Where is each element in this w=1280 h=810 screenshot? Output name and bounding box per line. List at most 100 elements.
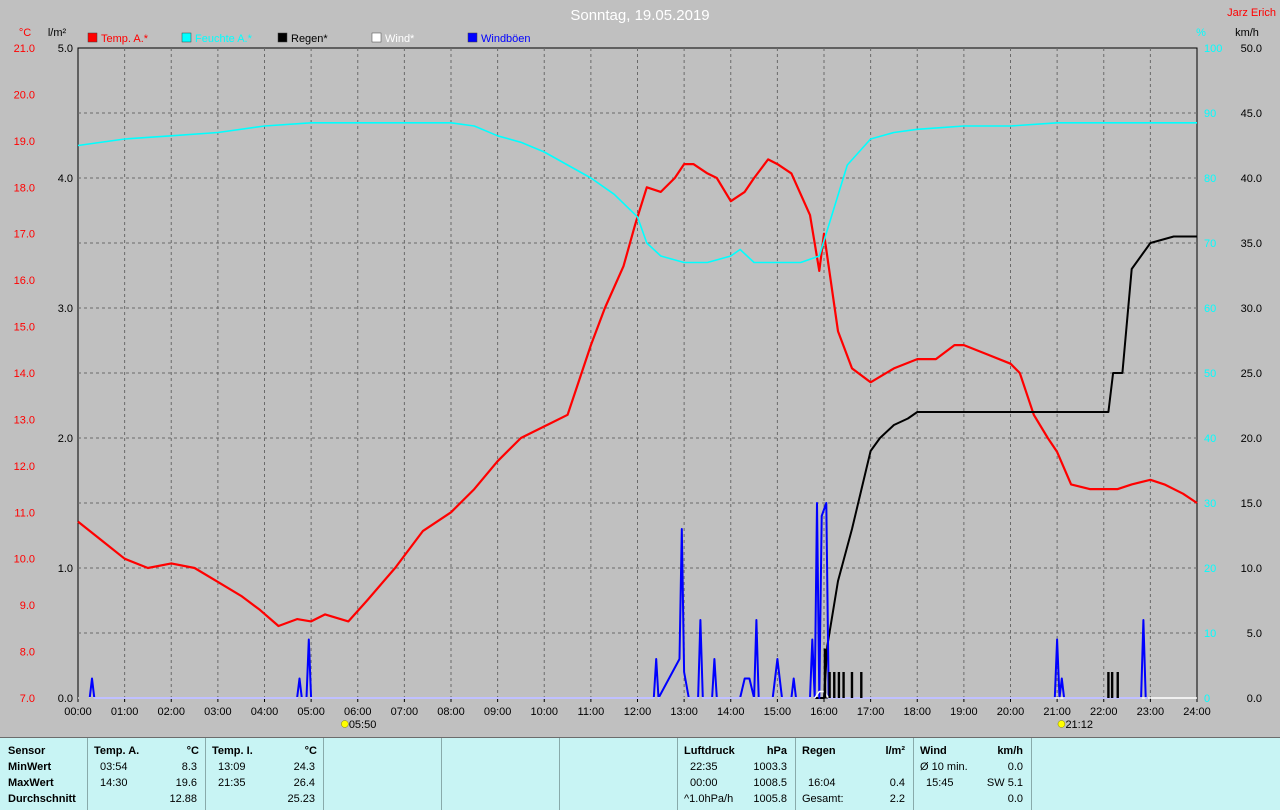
x-tick-label: 12:00 — [624, 706, 652, 718]
wind-tick-label: 25.0 — [1241, 368, 1262, 380]
empty-column-3 — [560, 738, 678, 810]
wind-unit: km/h — [997, 745, 1023, 757]
luftdruck-max-time: 00:00 — [690, 777, 718, 789]
wind-avg-value: 0.0 — [1007, 761, 1023, 773]
wind-tick-label: 30.0 — [1241, 303, 1262, 315]
sunrise-time-label: 05:50 — [349, 719, 377, 731]
wind-max-time: 15:45 — [926, 777, 954, 789]
luftdruck-min-value: 1003.3 — [753, 761, 787, 773]
sensor-column: Sensor MinWert MaxWert Durchschnitt — [0, 738, 88, 810]
legend-swatch — [277, 32, 288, 43]
chart-credit: Jarz Erich — [1227, 7, 1276, 19]
temp-i-unit: °C — [304, 745, 317, 757]
temp-a-unit: °C — [186, 745, 199, 757]
rain-bar — [833, 672, 836, 698]
wind-tick-label: 50.0 — [1241, 43, 1262, 55]
rain-bar — [842, 672, 845, 698]
rain-bar — [1110, 672, 1114, 698]
wind-avg-label: Ø 10 min. — [920, 761, 968, 773]
x-tick-label: 21:00 — [1043, 706, 1071, 718]
legend-label: Wind* — [385, 33, 415, 45]
humidity-tick-label: 60 — [1204, 303, 1216, 315]
x-tick-label: 22:00 — [1090, 706, 1118, 718]
luftdruck-column: Luftdruck hPa 22:35 1003.3 00:00 1008.5 … — [678, 738, 796, 810]
wind-tick-label: 10.0 — [1241, 563, 1262, 575]
rain-bar — [823, 648, 827, 698]
wind-tick-label: 5.0 — [1247, 628, 1262, 640]
wind-tick-label: 45.0 — [1241, 108, 1262, 120]
rain-bar — [828, 672, 831, 698]
temp-tick-label: 17.0 — [14, 229, 35, 241]
temp-tick-label: 14.0 — [14, 368, 35, 380]
humidity-tick-label: 20 — [1204, 563, 1216, 575]
regen-total-value: 2.2 — [889, 793, 905, 805]
temp-tick-label: 8.0 — [20, 647, 35, 659]
rain-bar — [850, 672, 854, 698]
x-tick-label: 16:00 — [810, 706, 838, 718]
weather-chart: Sonntag, 19.05.2019 Jarz Erich °C l/m²% km/h… — [14, 7, 1276, 731]
temp-a-min-time: 03:54 — [100, 761, 128, 773]
temp-tick-label: 20.0 — [14, 89, 35, 101]
humidity-tick-label: 30 — [1204, 498, 1216, 510]
temp-a-min-value: 8.3 — [181, 761, 197, 773]
temp-i-column: Temp. I. °C 13:09 24.3 21:35 26.4 25.23 — [206, 738, 324, 810]
legend-swatch — [181, 32, 192, 43]
rain-tick-label: 3.0 — [58, 303, 73, 315]
x-tick-label: 06:00 — [344, 706, 372, 718]
luftdruck-trend-label: ^1.0hPa/h — [684, 793, 734, 805]
temp-tick-label: 15.0 — [14, 322, 35, 334]
x-tick-label: 01:00 — [111, 706, 139, 718]
humidity-tick-label: 90 — [1204, 108, 1216, 120]
x-tick-label: 03:00 — [204, 706, 232, 718]
x-tick-label: 17:00 — [857, 706, 885, 718]
temp-a-average: 12.88 — [169, 793, 197, 805]
rain-axis-unit: l/m² — [48, 27, 67, 39]
humidity-axis-unit: % — [1196, 27, 1206, 39]
x-tick-label: 20:00 — [997, 706, 1025, 718]
chart-title: Sonntag, 19.05.2019 — [570, 7, 709, 24]
rain-bar — [1116, 672, 1119, 698]
x-tick-label: 04:00 — [251, 706, 279, 718]
wind-tick-label: 0.0 — [1247, 693, 1262, 705]
rain-tick-label: 1.0 — [58, 563, 73, 575]
humidity-tick-label: 0 — [1204, 693, 1210, 705]
legend-label: Regen* — [291, 33, 328, 45]
temp-i-max-time: 21:35 — [218, 777, 246, 789]
regen-total-label: Gesamt: — [802, 793, 844, 805]
empty-column-2 — [442, 738, 560, 810]
x-tick-label: 19:00 — [950, 706, 978, 718]
x-tick-label: 15:00 — [764, 706, 792, 718]
x-tick-label: 09:00 — [484, 706, 512, 718]
sunset-time-label: 21:12 — [1065, 719, 1093, 731]
x-tick-label: 23:00 — [1137, 706, 1165, 718]
legend-label: Feuchte A.* — [195, 33, 253, 45]
humidity-tick-label: 10 — [1204, 628, 1216, 640]
temp-tick-label: 7.0 — [20, 693, 35, 705]
temp-tick-label: 9.0 — [20, 600, 35, 612]
humidity-tick-label: 40 — [1204, 433, 1216, 445]
temp-tick-label: 10.0 — [14, 554, 35, 566]
temp-axis-unit: °C — [19, 27, 31, 39]
wind-tick-label: 20.0 — [1241, 433, 1262, 445]
temp-a-max-time: 14:30 — [100, 777, 128, 789]
x-tick-label: 10:00 — [530, 706, 558, 718]
temp-i-max-value: 26.4 — [293, 777, 315, 789]
regen-header: Regen — [802, 745, 836, 757]
humidity-tick-label: 100 — [1204, 43, 1222, 55]
wind-header: Wind — [920, 745, 947, 757]
rain-bar — [860, 672, 863, 698]
temp-tick-label: 12.0 — [14, 461, 35, 473]
x-tick-label: 13:00 — [670, 706, 698, 718]
x-tick-label: 07:00 — [391, 706, 419, 718]
avg-row-label: Durchschnitt — [8, 793, 76, 805]
sensor-header: Sensor — [8, 745, 46, 757]
wind-tick-label: 35.0 — [1241, 238, 1262, 250]
regen-max-time: 16:04 — [808, 777, 836, 789]
regen-column: Regen l/m² 16:04 0.4 Gesamt: 2.2 — [796, 738, 914, 810]
wind-tick-label: 40.0 — [1241, 173, 1262, 185]
rain-bar — [1107, 672, 1110, 698]
temp-tick-label: 21.0 — [14, 43, 35, 55]
humidity-tick-label: 70 — [1204, 238, 1216, 250]
legend-swatch — [87, 32, 98, 43]
x-tick-label: 05:00 — [297, 706, 325, 718]
